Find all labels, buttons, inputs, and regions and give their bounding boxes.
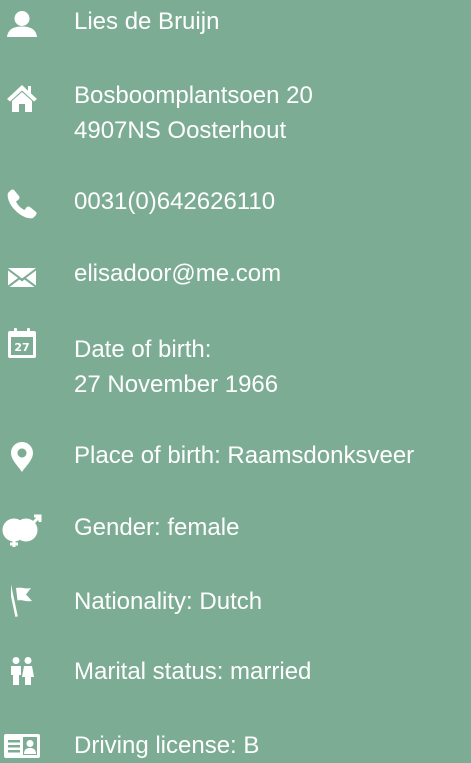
person-icon [0, 11, 44, 37]
email-text: elisadoor@me.com [74, 260, 282, 287]
calendar-icon: 27 [0, 328, 44, 358]
flag-icon [0, 585, 44, 617]
calendar-day: 27 [14, 341, 29, 354]
driving-license-text: Driving license: B [74, 732, 260, 759]
date-of-birth-text: Date of birth: 27 November 1966 [74, 332, 278, 402]
map-pin-icon [0, 442, 44, 472]
id-card-icon [0, 734, 44, 758]
date-of-birth-value: 27 November 1966 [74, 371, 279, 398]
marital-status-text: Marital status: married [74, 658, 312, 685]
envelope-icon [0, 268, 44, 287]
personal-details-list: Lies de Bruijn Bosboomplantsoen 20 4907N… [0, 0, 471, 763]
phone-text: 0031(0)642626110 [74, 188, 276, 215]
gender-icon [0, 513, 44, 547]
home-icon [0, 84, 44, 112]
address-line-1: Bosboomplantsoen 20 [74, 82, 313, 109]
place-of-birth-text: Place of birth: Raamsdonksveer [74, 442, 415, 469]
nationality-text: Nationality: Dutch [74, 588, 263, 615]
date-of-birth-label: Date of birth: [74, 336, 212, 363]
phone-icon [0, 189, 44, 219]
address-line-2: 4907NS Oosterhout [74, 117, 287, 144]
address-text: Bosboomplantsoen 20 4907NS Oosterhout [74, 78, 313, 148]
couple-icon [0, 657, 44, 685]
name-text: Lies de Bruijn [74, 8, 220, 35]
gender-text: Gender: female [74, 514, 240, 541]
